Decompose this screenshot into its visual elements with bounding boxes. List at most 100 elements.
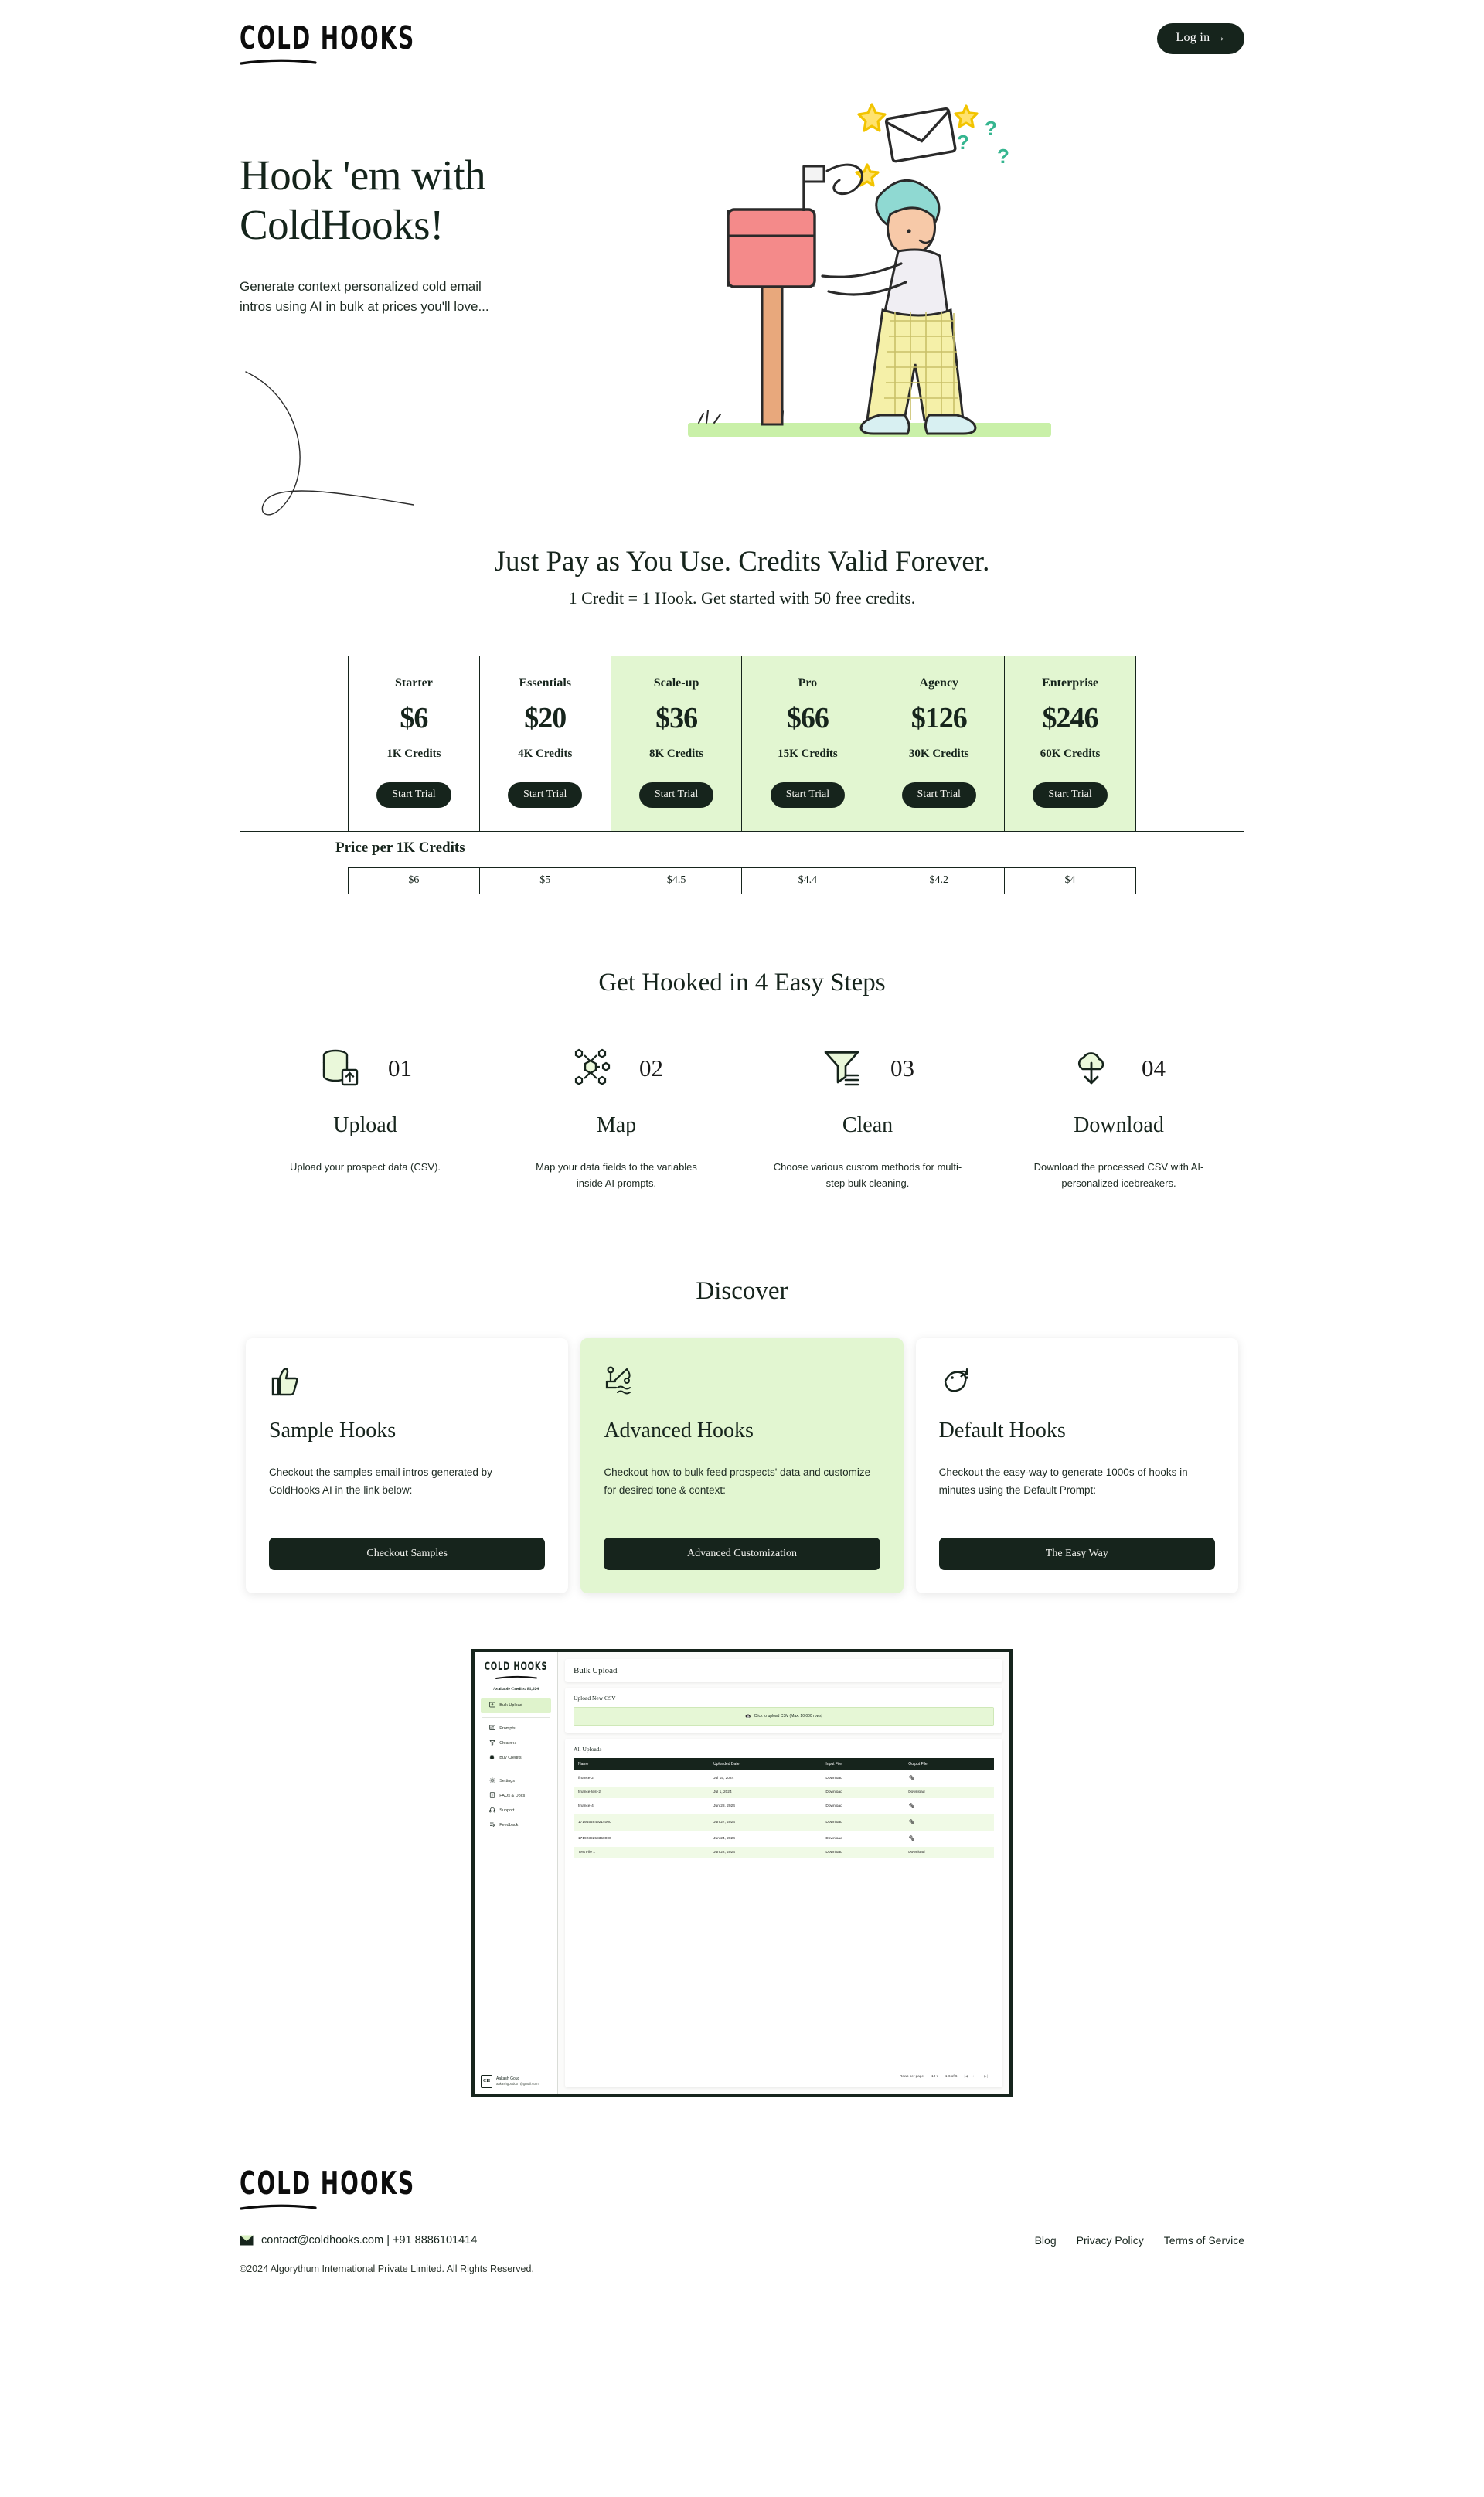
start-trial-button[interactable]: Start Trial	[376, 782, 451, 808]
avatar: CH	[481, 2074, 492, 2088]
download-input-link[interactable]: Download	[825, 1790, 842, 1794]
step-description: Choose various custom methods for multi-…	[773, 1161, 962, 1189]
pricing-plan-starter: Starter $6 1K Credits Start Trial	[349, 656, 480, 831]
headset-icon	[489, 1807, 496, 1814]
app-user-profile[interactable]: CH Aakash Goud aakashgoud007@gmail.com	[481, 2068, 551, 2088]
app-user-name: Aakash Goud	[496, 2076, 520, 2081]
footer-link-blog[interactable]: Blog	[1035, 2234, 1057, 2247]
login-button[interactable]: Log in →	[1157, 23, 1244, 54]
app-main-content: Bulk Upload Upload New CSV Click to uplo…	[558, 1651, 1009, 2094]
plan-price: $246	[1042, 702, 1099, 734]
app-user-email: aakashgoud007@gmail.com	[496, 2082, 539, 2087]
sidebar-item-buy-credits[interactable]: Buy Credits	[481, 1751, 551, 1766]
step-description: Download the processed CSV with AI-perso…	[1033, 1161, 1204, 1189]
cell-name: Test File 1	[574, 1846, 710, 1858]
footer-logo-underline-icon	[240, 2204, 317, 2210]
start-trial-button[interactable]: Start Trial	[770, 782, 846, 808]
upload-panel-title: Upload New CSV	[574, 1694, 616, 1702]
footer-link-privacy-policy[interactable]: Privacy Policy	[1077, 2234, 1144, 2247]
price-per-1k-cell: $4.5	[611, 868, 743, 894]
download-input-link[interactable]: Download	[825, 1777, 842, 1780]
cell-input-file: Download	[821, 1786, 904, 1798]
app-page-title-panel: Bulk Upload	[565, 1658, 1002, 1682]
available-credits-label: Available Credits: 81,024	[493, 1686, 539, 1691]
csv-dropzone[interactable]: Click to upload CSV (Max. 10,000 rows)	[574, 1706, 994, 1726]
cell-output-file	[904, 1814, 994, 1831]
download-input-link[interactable]: Download	[825, 1821, 842, 1824]
table-column-header: Uploaded Date	[709, 1757, 822, 1770]
price-per-credit-label: Price per 1K Credits	[335, 840, 465, 856]
coins-icon	[489, 1754, 495, 1762]
table-row: 1719239258350000 Jun 24, 2024 Download	[574, 1831, 994, 1847]
download-input-link[interactable]: Download	[825, 1804, 842, 1808]
site-header: COLD HOOKS Log in →	[240, 0, 1244, 66]
brand-logo-text: COLD HOOKS	[240, 20, 416, 57]
download-input-link[interactable]: Download	[825, 1851, 842, 1855]
plan-credits: 1K Credits	[386, 748, 441, 760]
cell-input-file: Download	[821, 1814, 904, 1831]
start-trial-button[interactable]: Start Trial	[638, 782, 714, 808]
discover-card-description: Checkout the samples email intros genera…	[269, 1466, 492, 1497]
start-trial-button[interactable]: Start Trial	[508, 782, 583, 808]
next-page-button[interactable]: ›	[979, 2074, 980, 2079]
cell-input-file: Download	[821, 1831, 904, 1847]
discover-card-sample-hooks: Sample Hooks Checkout the samples email i…	[246, 1337, 569, 1593]
prev-page-button[interactable]: ‹	[972, 2074, 974, 2079]
start-trial-button[interactable]: Start Trial	[1033, 782, 1108, 808]
app-sidebar-logo[interactable]: COLD HOOKS	[481, 1660, 551, 1680]
pricing-plan-table: Starter $6 1K Credits Start Trial Essentials…	[348, 656, 1136, 831]
app-page-title: Bulk Upload	[574, 1665, 618, 1675]
footer-link-terms-of-service[interactable]: Terms of Service	[1164, 2234, 1244, 2247]
pagination-buttons: |◀ ‹ › ▶|	[964, 2074, 988, 2079]
step-map: 02 Map Map your data fields to the variabl…	[491, 1039, 742, 1192]
plan-name: Essentials	[519, 676, 572, 690]
pricing-plan-pro: Pro $66 15K Credits Start Trial	[742, 656, 874, 831]
step-download: 04 Download Download the processed CSV wit…	[993, 1039, 1244, 1192]
discover-card-button[interactable]: The Easy Way	[938, 1537, 1215, 1570]
table-column-header: Output File	[904, 1757, 994, 1770]
plan-price: $6	[400, 702, 428, 734]
svg-text:?: ?	[985, 117, 997, 140]
discover-card-button[interactable]: Advanced Customization	[604, 1537, 880, 1570]
site-footer: COLD HOOKS contact@coldhooks.com | +91 8…	[240, 2168, 1244, 2307]
node-network-icon	[570, 1046, 611, 1092]
sidebar-item-feedback[interactable]: Feedback	[481, 1818, 551, 1833]
cell-output-file	[904, 1798, 994, 1814]
step-name: Clean	[842, 1113, 893, 1137]
sidebar-item-prompts[interactable]: Prompts	[481, 1722, 551, 1736]
steps-title: Get Hooked in 4 Easy Steps	[598, 969, 886, 996]
last-page-button[interactable]: ▶|	[984, 2074, 988, 2079]
sidebar-item-support[interactable]: Support	[481, 1804, 551, 1818]
cell-name: finance-4	[578, 1804, 594, 1808]
download-input-link[interactable]: Download	[825, 1837, 842, 1841]
download-output-link[interactable]: Download	[908, 1790, 924, 1794]
app-sidebar: COLD HOOKS Available Credits: 81,024 Bul…	[475, 1651, 558, 2094]
funnel-icon	[489, 1739, 495, 1747]
rows-per-page-select[interactable]: 10 ▾	[931, 2074, 938, 2079]
hero-subtitle: Generate context personalized cold email…	[240, 278, 489, 315]
step-description: Map your data fields to the variables in…	[536, 1161, 697, 1189]
hero-section: Hook 'em with ColdHooks! Generate contex…	[240, 66, 1244, 545]
plan-credits: 15K Credits	[778, 748, 838, 760]
sidebar-item-label: Bulk Upload	[499, 1703, 522, 1708]
processing-gears-icon	[908, 1774, 915, 1783]
hero-title-line2: ColdHooks!	[240, 201, 444, 249]
pricing-plan-agency: Agency $126 30K Credits Start Trial	[873, 656, 1006, 831]
sidebar-item-label: Support	[499, 1808, 515, 1814]
discover-card-button[interactable]: Checkout Samples	[269, 1537, 546, 1570]
sidebar-item-bulk-upload[interactable]: Bulk Upload	[481, 1698, 551, 1713]
sidebar-item-faqs-docs[interactable]: FAQs & Docs	[481, 1789, 551, 1804]
brand-logo[interactable]: COLD HOOKS	[240, 20, 416, 66]
pricing-subtitle: 1 Credit = 1 Hook. Get started with 50 f…	[568, 588, 916, 608]
sidebar-item-cleaners[interactable]: Cleaners	[481, 1736, 551, 1751]
sidebar-item-label: Settings	[499, 1779, 516, 1784]
table-row: finance-4 Jun 28, 2024 Download	[574, 1798, 994, 1814]
start-trial-button[interactable]: Start Trial	[901, 782, 976, 808]
cell-date: Jun 27, 2024	[709, 1814, 822, 1831]
download-output-link[interactable]: Download	[908, 1851, 924, 1855]
footer-contact[interactable]: contact@coldhooks.com | +91 8886101414	[240, 2234, 477, 2247]
sidebar-item-settings[interactable]: Settings	[481, 1774, 551, 1789]
footer-logo[interactable]: COLD HOOKS	[240, 2168, 1244, 2211]
funnel-icon	[821, 1046, 863, 1092]
first-page-button[interactable]: |◀	[964, 2074, 968, 2079]
